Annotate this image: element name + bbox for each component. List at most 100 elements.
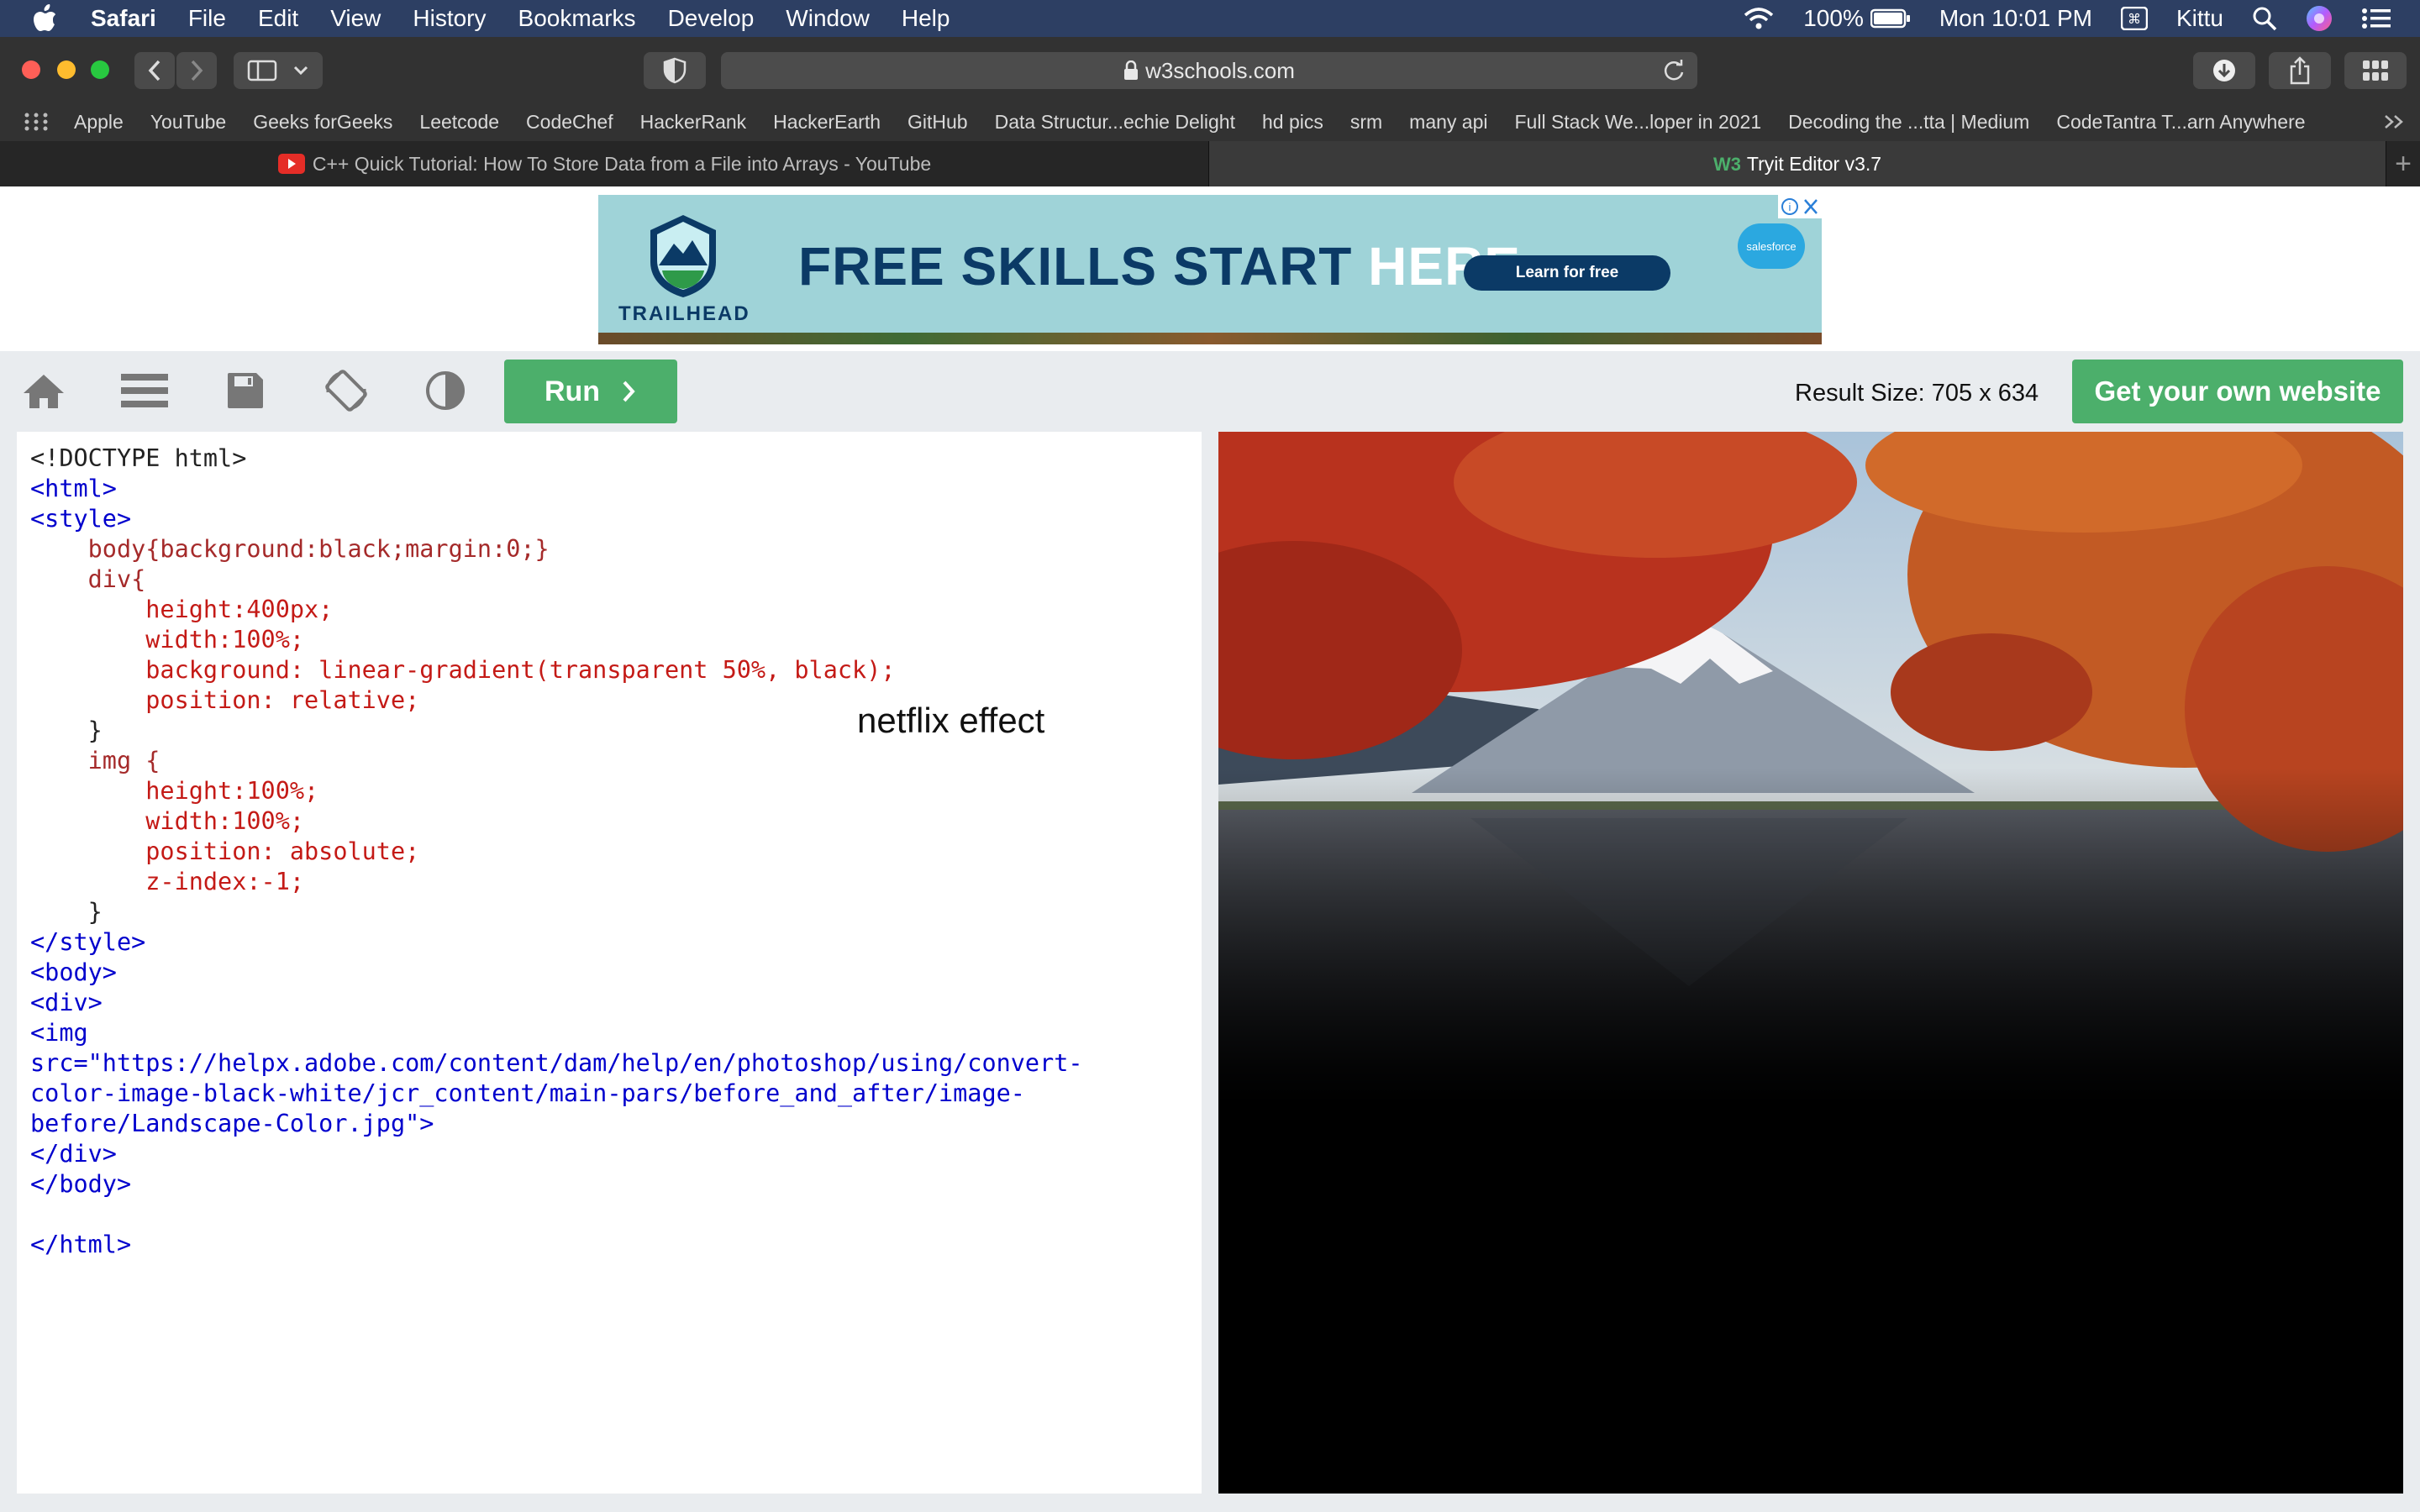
menu-icon[interactable] <box>121 370 168 412</box>
sidebar-toggle-button[interactable] <box>234 52 323 89</box>
theme-toggle-icon[interactable] <box>422 370 469 412</box>
new-tab-button[interactable]: + <box>2386 141 2420 186</box>
code-line: <img <box>30 1019 88 1047</box>
bookmark-codetantra[interactable]: CodeTantra T...arn Anywhere <box>2056 111 2305 134</box>
bookmark-geeksforgeeks[interactable]: Geeks forGeeks <box>253 111 392 134</box>
code-line: src="https://helpx.adobe.com/content/dam… <box>30 1049 1083 1077</box>
bookmark-srm[interactable]: srm <box>1350 111 1382 134</box>
result-preview[interactable] <box>1218 432 2403 1494</box>
battery-percent: 100% <box>1803 5 1864 31</box>
code-line: color-image-black-white/jcr_content/main… <box>30 1079 1025 1107</box>
bookmark-many-api[interactable]: many api <box>1409 111 1487 134</box>
privacy-report-button[interactable] <box>644 52 706 89</box>
menu-window[interactable]: Window <box>786 5 870 32</box>
address-bar[interactable]: w3schools.com <box>721 52 1697 89</box>
bookmark-github[interactable]: GitHub <box>908 111 968 134</box>
svg-text:W3: W3 <box>1713 155 1740 173</box>
bookmark-decoding-medium[interactable]: Decoding the ...tta | Medium <box>1788 111 2029 134</box>
code-line: } <box>30 717 103 744</box>
trailhead-ad-banner[interactable]: TRAILHEAD FREE SKILLS START HERE. Learn … <box>598 195 1822 344</box>
menu-file[interactable]: File <box>188 5 226 32</box>
code-line: position: relative; <box>30 686 420 714</box>
address-url: w3schools.com <box>1145 57 1295 83</box>
bookmark-youtube[interactable]: YouTube <box>150 111 226 134</box>
code-line: background: linear-gradient(transparent … <box>30 656 896 684</box>
menu-app-name[interactable]: Safari <box>91 5 156 32</box>
menu-clock[interactable]: Mon 10:01 PM <box>1939 5 2092 32</box>
bookmark-hackerrank[interactable]: HackerRank <box>640 111 747 134</box>
code-line: <!DOCTYPE html> <box>30 444 247 472</box>
forward-button[interactable] <box>176 52 217 89</box>
menu-help[interactable]: Help <box>902 5 950 32</box>
code-line: height:400px; <box>30 596 334 623</box>
reload-icon[interactable] <box>1662 59 1686 82</box>
battery-icon[interactable] <box>1870 8 1911 29</box>
code-line: </html> <box>30 1231 132 1258</box>
more-bookmarks-icon[interactable] <box>2383 113 2405 130</box>
ad-brand: TRAILHEAD <box>618 302 750 325</box>
ad-choices-close-icon[interactable]: i <box>1778 195 1822 218</box>
macos-menu-bar: Safari File Edit View History Bookmarks … <box>0 0 2420 37</box>
apple-logo-icon[interactable] <box>30 3 60 34</box>
tab-youtube-tutorial[interactable]: C++ Quick Tutorial: How To Store Data fr… <box>0 141 1209 186</box>
code-line: z-index:-1; <box>30 868 305 895</box>
apps-grid-icon[interactable] <box>24 112 49 132</box>
sidebar-icon <box>247 60 277 81</box>
code-content[interactable]: <!DOCTYPE html> <html> <style> body{back… <box>30 444 1083 1260</box>
code-editor[interactable]: <!DOCTYPE html> <html> <style> body{back… <box>17 432 1202 1494</box>
menu-view[interactable]: View <box>330 5 381 32</box>
keyboard-shortcut-icon[interactable]: ⌘ <box>2120 7 2148 30</box>
landscape-image <box>1218 432 2403 1104</box>
code-line: width:100%; <box>30 807 305 835</box>
tab-tryit-editor[interactable]: W3 Tryit Editor v3.7 <box>1209 141 2386 186</box>
menu-user[interactable]: Kittu <box>2176 5 2223 32</box>
downloads-button[interactable] <box>2193 52 2255 89</box>
menu-history[interactable]: History <box>413 5 486 32</box>
code-line: position: absolute; <box>30 837 420 865</box>
run-label: Run <box>544 375 601 407</box>
ad-bottom-strip <box>598 333 1822 344</box>
bookmark-leetcode[interactable]: Leetcode <box>419 111 499 134</box>
spotlight-search-icon[interactable] <box>2252 6 2277 31</box>
minimize-window-button[interactable] <box>57 60 76 79</box>
ad-area: TRAILHEAD FREE SKILLS START HERE. Learn … <box>0 186 2420 351</box>
close-window-button[interactable] <box>22 60 40 79</box>
zoom-window-button[interactable] <box>91 60 109 79</box>
shield-icon <box>663 57 687 84</box>
bookmark-codechef[interactable]: CodeChef <box>526 111 613 134</box>
siri-icon[interactable] <box>2306 5 2333 32</box>
rotate-layout-icon[interactable] <box>323 370 370 412</box>
salesforce-logo: salesforce <box>1738 223 1805 269</box>
menu-edit[interactable]: Edit <box>258 5 298 32</box>
bookmark-data-structures[interactable]: Data Structur...echie Delight <box>995 111 1235 134</box>
tab-bar: C++ Quick Tutorial: How To Store Data fr… <box>0 141 2420 186</box>
chevron-right-icon <box>623 381 635 402</box>
result-size-label: Result Size: 705 x 634 <box>1795 380 2039 407</box>
code-line: <body> <box>30 958 117 986</box>
code-line: width:100%; <box>30 626 305 654</box>
youtube-favicon-icon <box>277 154 305 174</box>
bookmark-full-stack[interactable]: Full Stack We...loper in 2021 <box>1515 111 1762 134</box>
lock-icon <box>1124 60 1139 80</box>
run-button[interactable]: Run <box>504 360 677 423</box>
wifi-icon[interactable] <box>1743 7 1775 30</box>
bookmark-hd-pics[interactable]: hd pics <box>1262 111 1323 134</box>
tab-overview-button[interactable] <box>2344 52 2407 89</box>
trailhead-logo-icon <box>650 215 716 297</box>
get-your-own-website-button[interactable]: Get your own website <box>2072 360 2403 423</box>
save-icon[interactable] <box>222 370 269 412</box>
share-button[interactable] <box>2269 52 2331 89</box>
svg-text:⌘: ⌘ <box>2128 11 2141 27</box>
download-icon <box>2213 60 2235 81</box>
bookmarks-bar: Apple YouTube Geeks forGeeks Leetcode Co… <box>0 102 2420 141</box>
menu-develop[interactable]: Develop <box>668 5 755 32</box>
notification-center-icon[interactable] <box>2361 7 2391 30</box>
back-button[interactable] <box>134 52 175 89</box>
ad-learn-button[interactable]: Learn for free <box>1464 255 1670 291</box>
bookmark-apple[interactable]: Apple <box>74 111 124 134</box>
w3schools-favicon-icon: W3 <box>1713 155 1740 173</box>
home-icon[interactable] <box>20 370 67 412</box>
ad-headline-a: FREE SKILLS START <box>798 236 1369 297</box>
bookmark-hackerearth[interactable]: HackerEarth <box>773 111 881 134</box>
menu-bookmarks[interactable]: Bookmarks <box>518 5 636 32</box>
